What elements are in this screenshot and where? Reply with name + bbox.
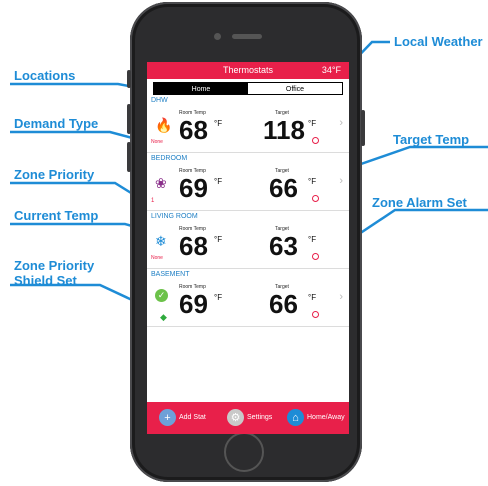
room-temp-unit: °F [214,235,223,244]
room-temp-value: 68 [179,231,208,261]
zone-priority-number: 1 [151,198,155,204]
target-temp-value[interactable]: 66 [269,291,298,317]
volume-down-button [127,142,131,172]
check-icon: ✓ [155,289,168,302]
page-title: Thermostats [222,65,273,75]
home-icon: ⌂ [287,409,304,426]
target-temp-unit: °F [308,293,317,302]
home-away-button[interactable]: ⌂ Home/Away [287,409,345,426]
callout-zone-priority: Zone Priority [14,167,95,182]
plus-icon: + [159,409,176,426]
callout-demand-type: Demand Type [14,116,99,131]
room-temp-unit: °F [214,119,223,128]
chevron-right-icon[interactable]: › [339,117,343,129]
add-stat-label: Add Stat [179,414,206,421]
callout-zone-priority-shield-line2: Shield Set [14,273,77,288]
target-temp-value[interactable]: 63 [269,233,298,259]
zone-name: LIVING ROOM [151,213,198,220]
alarm-clock-icon [312,195,319,202]
app-screen: Thermostats 34°F Home Office DHW 🔥 None … [147,62,349,434]
chevron-right-icon[interactable]: › [339,291,343,303]
alarm-clock-icon [312,311,319,318]
mute-switch [127,70,131,88]
settings-label: Settings [247,414,273,421]
target-temp-value[interactable]: 66 [269,175,298,201]
volume-up-button [127,104,131,134]
settings-button[interactable]: ⚙ Settings [227,409,272,426]
add-stat-button[interactable]: + Add Stat [159,409,206,426]
flame-icon: 🔥 [155,117,173,133]
target-temp-value[interactable]: 118 [263,117,305,143]
callout-zone-priority-shield: Zone Priority Shield Set [14,258,94,288]
home-away-label: Home/Away [307,414,345,421]
zone-row-dhw[interactable]: DHW 🔥 None Room Temp 68 °F Target 118 °F… [147,95,349,153]
fan-icon: ❀ [155,175,167,191]
tab-office[interactable]: Office [248,83,342,94]
tab-home[interactable]: Home [154,83,248,94]
target-temp-unit: °F [308,177,317,186]
room-temp-value: 69 [179,173,208,203]
alarm-clock-icon [312,137,319,144]
alarm-clock-icon [312,253,319,260]
callout-zone-priority-shield-line1: Zone Priority [14,258,95,273]
room-temp-value: 68 [179,115,208,145]
room-temp-unit: °F [214,177,223,186]
demand-type-label: None [151,255,163,261]
target-temp-unit: °F [308,119,317,128]
zone-row-bedroom[interactable]: BEDROOM ❀ 1 Room Temp 69 °F Target 66 °F… [147,153,349,211]
local-weather-temp[interactable]: 34°F [322,62,341,79]
zone-row-living-room[interactable]: LIVING ROOM ❄ None Room Temp 68 °F Targe… [147,211,349,269]
demand-type-label: None [151,139,163,145]
home-button[interactable] [224,432,264,472]
callout-zone-alarm-set: Zone Alarm Set [372,195,467,210]
snowflake-icon: ❄ [155,233,167,249]
front-camera [214,33,221,40]
bottom-toolbar: + Add Stat ⚙ Settings ⌂ Home/Away [147,402,349,434]
earpiece-speaker [232,34,262,39]
app-header: Thermostats 34°F [147,62,349,79]
callout-target-temp: Target Temp [393,132,470,147]
callout-local-weather: Local Weather [394,34,483,49]
gear-icon: ⚙ [227,409,244,426]
callout-locations: Locations [14,68,76,83]
chevron-right-icon[interactable]: › [339,175,343,187]
zone-name: DHW [151,97,168,104]
power-button [361,110,365,146]
zone-name: BASEMENT [151,271,190,278]
target-temp-unit: °F [308,235,317,244]
room-temp-value: 69 [179,289,208,319]
room-temp-unit: °F [214,293,223,302]
location-selector: Home Office [153,82,343,95]
zone-name: BEDROOM [151,155,188,162]
callout-current-temp: Current Temp [14,208,99,223]
shield-icon: ◆ [160,312,167,322]
zone-row-basement[interactable]: BASEMENT ✓ ◆ Room Temp 69 °F Target 66 °… [147,269,349,327]
